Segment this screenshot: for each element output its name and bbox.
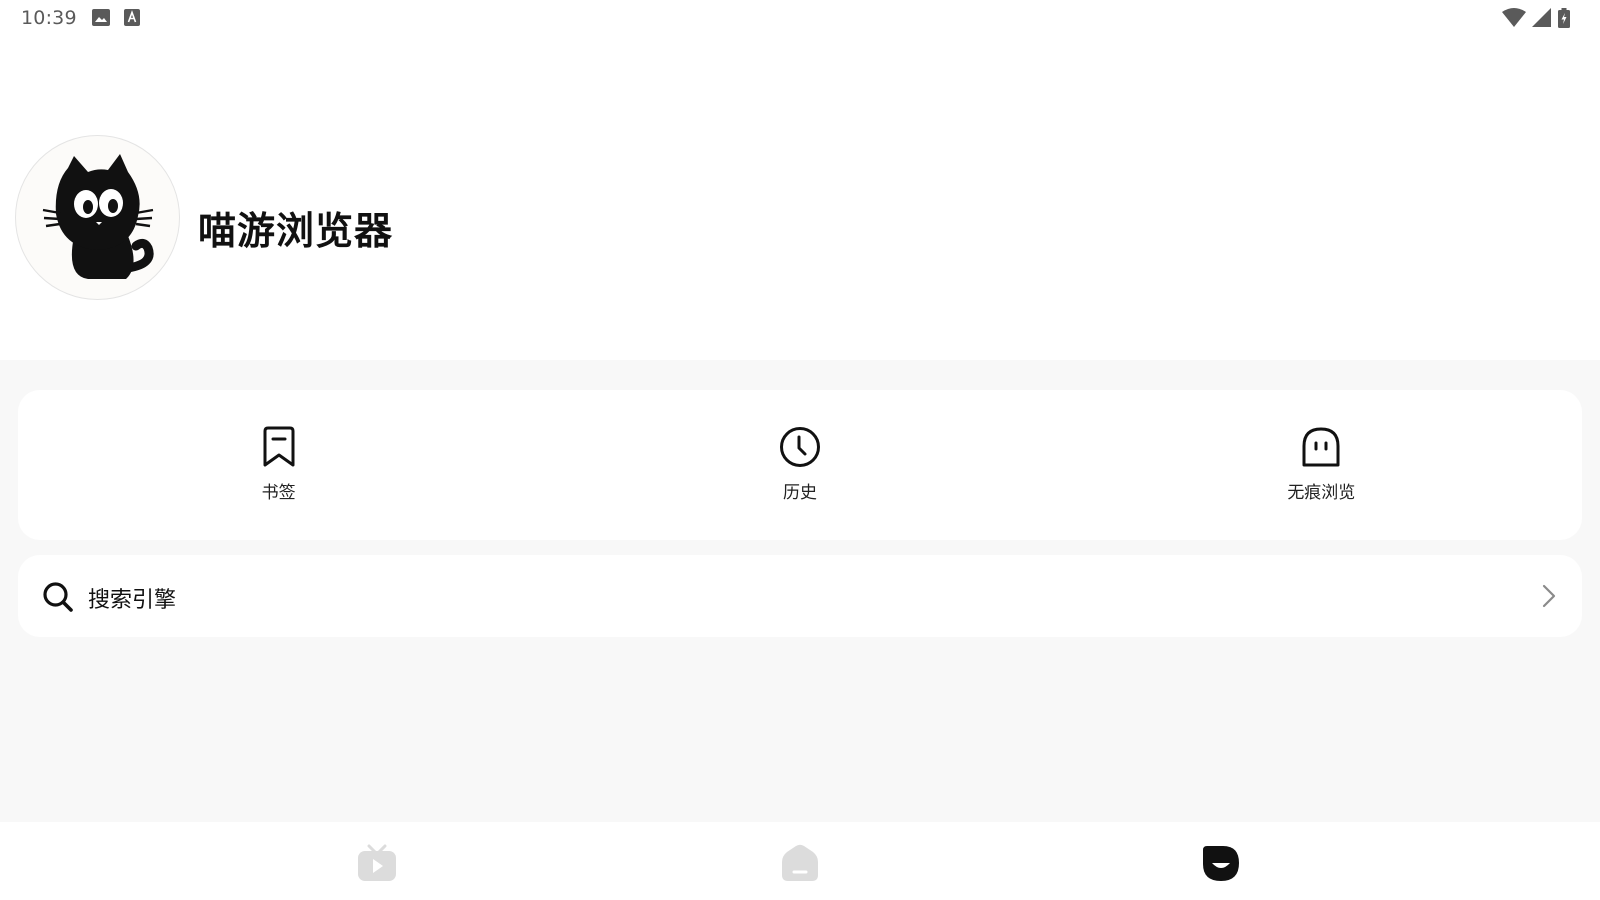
status-time: 10:39: [21, 7, 77, 29]
history-label: 历史: [782, 483, 817, 503]
video-tv-icon: [357, 844, 397, 886]
search-engine-label: 搜索引擎: [88, 588, 177, 613]
ghost-icon: [1300, 424, 1342, 470]
nav-video-tab[interactable]: [352, 842, 402, 888]
clock-icon: [779, 424, 821, 470]
status-left-icons: [92, 9, 140, 26]
status-bar: 10:39: [0, 0, 1600, 38]
search-engine-setting[interactable]: 搜索引擎: [18, 555, 1582, 637]
home-icon: [781, 844, 819, 886]
bottom-nav: [0, 822, 1600, 900]
image-icon: [92, 9, 110, 26]
font-icon: [124, 9, 140, 26]
bookmarks-label: 书签: [261, 483, 296, 503]
profile-header: 喵游浏览器: [0, 110, 1600, 360]
nav-home-tab[interactable]: [775, 842, 825, 888]
wifi-icon: [1502, 8, 1526, 28]
history-button[interactable]: 历史: [539, 390, 1060, 540]
chevron-right-icon: [1542, 584, 1556, 612]
cat-avatar-icon[interactable]: [15, 135, 180, 300]
screen: 10:39 喵游浏览器 书签 历史 无痕浏览 搜索引擎: [0, 0, 1600, 900]
search-icon: [42, 581, 74, 617]
nav-mine-tab[interactable]: [1196, 842, 1246, 888]
content-area: 书签 历史 无痕浏览 搜索引擎: [0, 360, 1600, 822]
app-name: 喵游浏览器: [198, 209, 394, 253]
bookmark-icon: [258, 424, 300, 470]
mine-icon: [1201, 844, 1241, 886]
incognito-button[interactable]: 无痕浏览: [1061, 390, 1582, 540]
cellular-signal-icon: [1532, 8, 1552, 28]
bookmarks-button[interactable]: 书签: [18, 390, 539, 540]
status-right-icons: [1502, 8, 1570, 28]
quick-actions-card: 书签 历史 无痕浏览: [18, 390, 1582, 540]
battery-charging-icon: [1558, 8, 1570, 28]
incognito-label: 无痕浏览: [1287, 483, 1356, 503]
